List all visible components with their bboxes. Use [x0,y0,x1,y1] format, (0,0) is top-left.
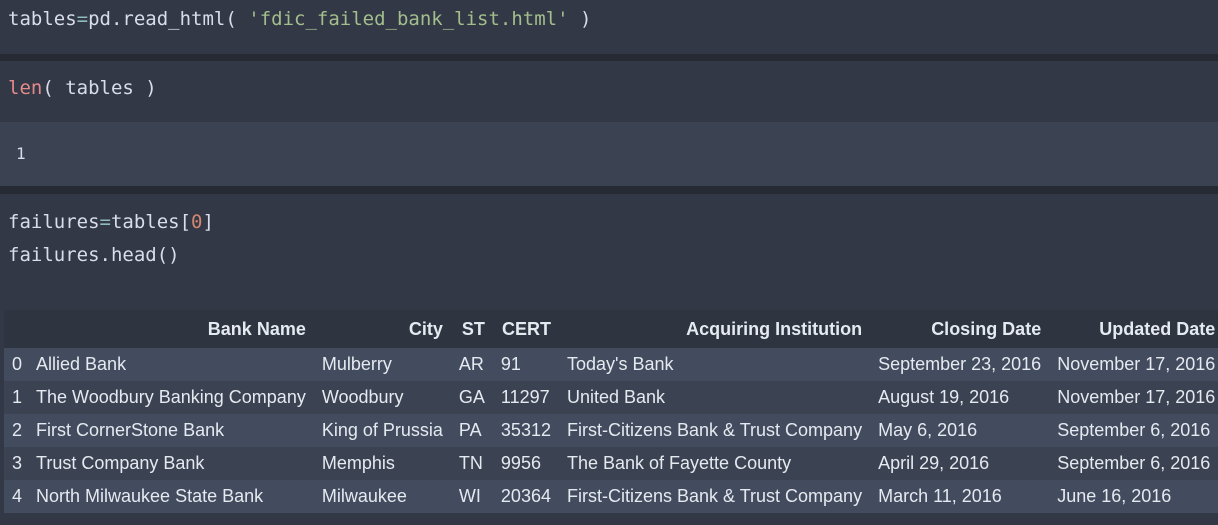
table-row: 4 North Milwaukee State Bank Milwaukee W… [4,480,1218,513]
cell-updated-date: November 17, 2016 [1049,348,1218,381]
code-operator: = [99,211,111,233]
notebook: tables=pd.read_html( 'fdic_failed_bank_l… [0,0,1218,525]
cell-cert: 9956 [492,447,559,480]
cell-bank-name: North Milwaukee State Bank [28,480,314,513]
cell-acquiring-institution: First-Citizens Bank & Trust Company [558,414,871,447]
code-operator: = [76,8,89,30]
code-function: len [8,77,43,99]
cell-city: Woodbury [313,381,451,414]
cell-updated-date: September 6, 2016 [1049,414,1218,447]
code-line: failures.head() [8,244,180,266]
code-cell-read-html[interactable]: tables=pd.read_html( 'fdic_failed_bank_l… [0,0,1218,54]
cell-st: AR [450,348,493,381]
cell-cert: 91 [492,348,559,381]
cell-bank-name: First CornerStone Bank [28,414,314,447]
cell-cert: 35312 [492,414,559,447]
code-token: failures [8,211,100,233]
cell-cert: 20364 [492,480,559,513]
code-cell-head[interactable]: failures=tables[0] failures.head() [0,194,1218,288]
cell-closing-date: March 11, 2016 [870,480,1050,513]
table-row: 0 Allied Bank Mulberry AR 91 Today's Ban… [4,348,1218,381]
cell-city: Milwaukee [313,480,451,513]
code-cell-len[interactable]: len( tables ) [0,61,1218,122]
table-header-row: Bank Name City ST CERT Acquiring Institu… [4,310,1218,348]
cell-st: TN [450,447,493,480]
code-token: tables[ [110,211,192,233]
row-index: 2 [4,414,29,447]
cell-city: Memphis [313,447,451,480]
cell-bank-name: Trust Company Bank [28,447,314,480]
cell-st: WI [450,480,493,513]
table-row: 2 First CornerStone Bank King of Prussia… [4,414,1218,447]
column-header-acquiring-institution: Acquiring Institution [558,310,871,348]
code-token: ] [202,211,214,233]
dataframe-output: Bank Name City ST CERT Acquiring Institu… [0,288,1218,525]
cell-acquiring-institution: The Bank of Fayette County [558,447,871,480]
cell-st: GA [450,381,493,414]
column-header-st: ST [450,310,493,348]
cell-updated-date: September 6, 2016 [1049,447,1218,480]
code-line: tables=pd.read_html( 'fdic_failed_bank_l… [8,7,591,31]
cell-bank-name: Allied Bank [28,348,314,381]
cell-closing-date: May 6, 2016 [870,414,1050,447]
column-header-cert: CERT [492,310,559,348]
code-number: 0 [191,211,203,233]
row-index: 4 [4,480,29,513]
code-token: ( tables ) [42,77,157,99]
cell-st: PA [450,414,493,447]
code-token: tables [8,8,77,30]
column-header-index [4,310,29,348]
cell-separator [0,54,1218,61]
code-line: failures=tables[0] [8,210,214,234]
code-string: 'fdic_failed_bank_list.html' [248,8,569,30]
row-index: 0 [4,348,29,381]
cell-acquiring-institution: Today's Bank [558,348,871,381]
code-line: len( tables ) [8,76,157,100]
code-token: pd.read_html( [88,8,249,30]
cell-separator [0,186,1218,194]
cell-updated-date: November 17, 2016 [1049,381,1218,414]
code-token: ) [568,8,592,30]
cell-closing-date: September 23, 2016 [870,348,1050,381]
cell-closing-date: August 19, 2016 [870,381,1050,414]
output-value: 1 [16,144,26,163]
column-header-city: City [313,310,451,348]
column-header-closing-date: Closing Date [870,310,1050,348]
cell-bank-name: The Woodbury Banking Company [28,381,314,414]
row-index: 3 [4,447,29,480]
cell-cert: 11297 [492,381,559,414]
table-row: 3 Trust Company Bank Memphis TN 9956 The… [4,447,1218,480]
column-header-bank-name: Bank Name [28,310,314,348]
cell-city: King of Prussia [313,414,451,447]
cell-city: Mulberry [313,348,451,381]
dataframe-table: Bank Name City ST CERT Acquiring Institu… [4,310,1218,513]
cell-output: 1 [0,122,1218,186]
cell-acquiring-institution: United Bank [558,381,871,414]
cell-acquiring-institution: First-Citizens Bank & Trust Company [558,480,871,513]
cell-closing-date: April 29, 2016 [870,447,1050,480]
cell-updated-date: June 16, 2016 [1049,480,1218,513]
column-header-updated-date: Updated Date [1049,310,1218,348]
row-index: 1 [4,381,29,414]
table-row: 1 The Woodbury Banking Company Woodbury … [4,381,1218,414]
